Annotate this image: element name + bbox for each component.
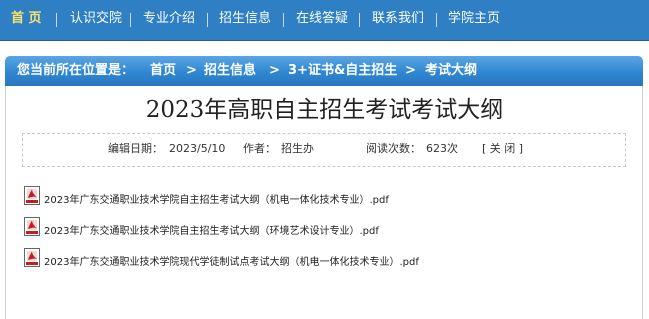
breadcrumb-item-certificate[interactable]: 3+证书&自主招生: [288, 62, 397, 80]
view-count: 623次: [426, 142, 458, 155]
nav-divider: [130, 13, 131, 27]
nav-item-qa[interactable]: 在线答疑: [296, 10, 348, 28]
breadcrumb-item-home[interactable]: 首页: [150, 62, 176, 80]
nav-divider: [359, 13, 360, 27]
breadcrumb-item-syllabus[interactable]: 考试大纲: [425, 62, 477, 80]
page-title: 2023年高职自主招生考试考试大纲: [145, 97, 504, 123]
views-label: 阅读次数：: [366, 142, 421, 155]
attachment-link[interactable]: 2023年广东交通职业技术学院现代学徒制试点考试大纲（机电一体化技术专业）.pd…: [44, 256, 419, 269]
nav-divider: [56, 13, 57, 27]
pdf-icon: [24, 186, 40, 205]
pdf-icon: [24, 217, 40, 236]
author: 招生办: [281, 142, 314, 155]
nav-item-about[interactable]: 认识交院: [70, 10, 122, 28]
pdf-icon: [24, 248, 40, 267]
top-nav: 首 页 认识交院 专业介绍 招生信息 在线答疑 联系我们 学院主页: [0, 0, 649, 41]
nav-item-majors[interactable]: 专业介绍: [143, 10, 195, 28]
edit-date: 2023/5/10: [169, 142, 226, 155]
nav-divider: [207, 13, 208, 27]
attachment-link[interactable]: 2023年广东交通职业技术学院自主招生考试大纲（环境艺术设计专业）.pdf: [44, 225, 379, 238]
breadcrumb-separator: >: [269, 63, 280, 78]
nav-item-college-home[interactable]: 学院主页: [448, 10, 500, 28]
nav-item-home[interactable]: 首 页: [11, 10, 42, 28]
author-label: 作者：: [243, 142, 276, 155]
nav-item-contact[interactable]: 联系我们: [372, 10, 424, 28]
nav-divider: [283, 13, 284, 27]
breadcrumb: 您当前所在位置是： 首页 > 招生信息 > 3+证书&自主招生 > 考试大纲: [5, 56, 643, 86]
breadcrumb-item-admissions[interactable]: 招生信息: [204, 62, 256, 80]
breadcrumb-separator: >: [405, 63, 416, 78]
nav-divider: [436, 13, 437, 27]
breadcrumb-separator: >: [186, 63, 197, 78]
nav-item-admissions[interactable]: 招生信息: [219, 10, 271, 28]
breadcrumb-prefix: 您当前所在位置是：: [17, 63, 135, 78]
date-label: 编辑日期：: [108, 142, 163, 155]
close-button[interactable]: [ 关 闭 ]: [482, 142, 523, 156]
attachment-link[interactable]: 2023年广东交通职业技术学院自主招生考试大纲（机电一体化技术专业）.pdf: [44, 194, 389, 207]
